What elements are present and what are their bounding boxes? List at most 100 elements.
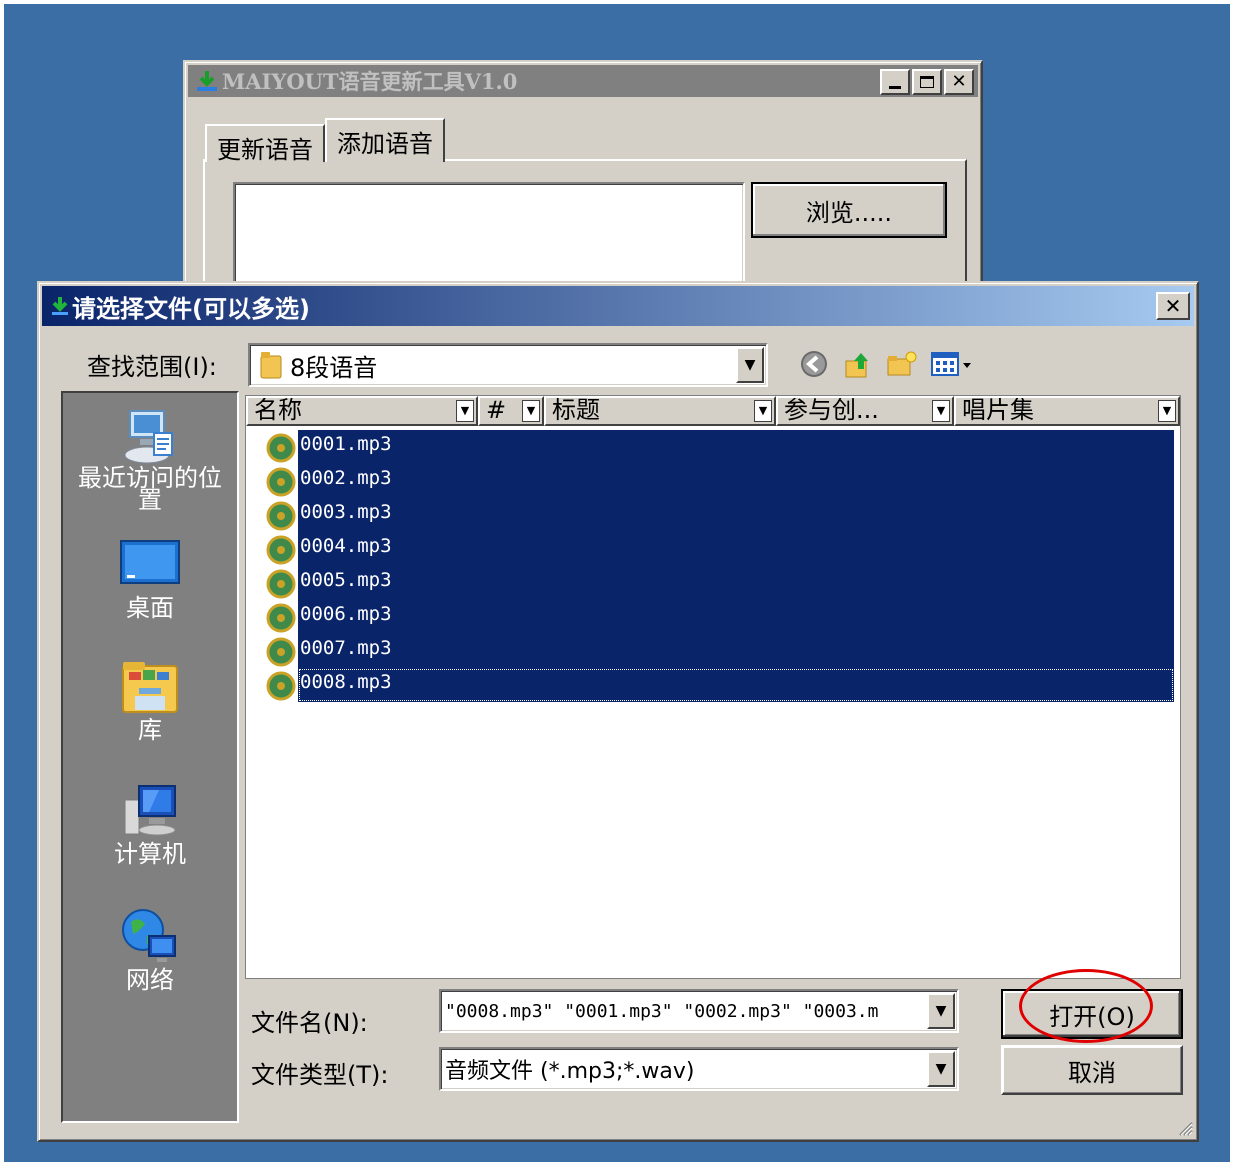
maximize-icon	[920, 76, 934, 88]
computer-icon	[118, 779, 182, 843]
file-list-view[interactable]: 名称 ▼ # ▼ 标题 ▼ 参与创... ▼ 唱片集 ▼ 0001.mp3 0002.mp…	[245, 395, 1181, 979]
recent-places-icon	[118, 403, 182, 467]
tab-update-voice[interactable]: 更新语音	[205, 124, 325, 164]
filetype-select[interactable]: 音频文件 (*.mp3;*.wav) ▼	[439, 1047, 959, 1091]
filename-label: 文件名(N):	[251, 1009, 368, 1037]
updater-title: MAIYOUT语音更新工具V1.0	[222, 69, 518, 94]
audio-file-icon	[266, 637, 296, 667]
column-album-label: 唱片集	[962, 396, 1034, 424]
audio-file-icon	[266, 535, 296, 565]
chevron-down-icon: ▼	[935, 1003, 947, 1019]
file-name: 0006.mp3	[300, 603, 392, 625]
minimize-icon	[889, 85, 901, 89]
dialog-title: 请选择文件(可以多选)	[72, 294, 310, 323]
column-dropdown-icon[interactable]: ▼	[1158, 400, 1176, 422]
column-title-label: 标题	[552, 396, 600, 424]
look-in-dropdown-button[interactable]: ▼	[736, 347, 764, 383]
tab-add-voice[interactable]: 添加语音	[325, 118, 445, 162]
updater-window: MAIYOUT语音更新工具V1.0 ✕ 更新语音 添加语音 浏览.....	[183, 60, 983, 308]
dialog-titlebar[interactable]: 请选择文件(可以多选) ✕	[42, 286, 1194, 326]
row-selection	[298, 430, 1174, 464]
browse-button[interactable]: 浏览.....	[751, 182, 947, 238]
row-selection	[298, 498, 1174, 532]
updater-tabs: 更新语音 添加语音	[205, 118, 445, 164]
row-selection	[298, 600, 1174, 634]
folder-icon	[260, 352, 282, 379]
resize-grip-icon[interactable]	[1175, 1118, 1193, 1136]
row-selection	[298, 532, 1174, 566]
audio-file-icon	[266, 569, 296, 599]
place-network[interactable]: 网络	[63, 905, 237, 992]
file-name: 0004.mp3	[300, 535, 392, 557]
row-selection	[298, 668, 1174, 702]
place-computer-label: 计算机	[114, 840, 186, 868]
audio-file-icon	[266, 603, 296, 633]
filename-dropdown-button[interactable]: ▼	[927, 993, 955, 1029]
column-title[interactable]: 标题 ▼	[544, 396, 776, 426]
open-file-dialog: 请选择文件(可以多选) ✕ 查找范围(I): 8段语音 ▼ 最近访问的位置 桌面…	[37, 281, 1199, 1142]
view-menu-icon	[931, 352, 971, 376]
look-in-combobox[interactable]: 8段语音 ▼	[248, 343, 768, 387]
file-name: 0001.mp3	[300, 433, 392, 455]
up-folder-icon	[845, 353, 868, 378]
place-library-label: 库	[138, 716, 162, 744]
file-name: 0003.mp3	[300, 501, 392, 523]
column-dropdown-icon[interactable]: ▼	[522, 400, 540, 422]
place-desktop[interactable]: 桌面	[63, 533, 237, 622]
column-artists[interactable]: 参与创... ▼	[776, 396, 954, 426]
close-icon: ✕	[1164, 294, 1182, 318]
places-bar: 最近访问的位置 桌面 库 计算机 网络	[61, 391, 239, 1123]
dialog-close-button[interactable]: ✕	[1156, 292, 1190, 320]
window-close-button[interactable]: ✕	[944, 69, 974, 95]
app-download-icon	[194, 68, 220, 94]
updater-titlebar[interactable]: MAIYOUT语音更新工具V1.0 ✕	[188, 65, 978, 97]
new-folder-button[interactable]	[885, 347, 919, 381]
column-dropdown-icon[interactable]: ▼	[932, 400, 950, 422]
close-icon: ✕	[951, 71, 967, 92]
audio-file-icon	[266, 467, 296, 497]
row-selection	[298, 464, 1174, 498]
look-in-value: 8段语音	[290, 353, 378, 382]
column-track[interactable]: # ▼	[478, 396, 544, 426]
column-artists-label: 参与创...	[784, 396, 879, 424]
place-recent[interactable]: 最近访问的位置	[63, 403, 237, 514]
back-arrow-icon	[801, 351, 827, 377]
place-computer[interactable]: 计算机	[63, 779, 237, 868]
column-dropdown-icon[interactable]: ▼	[754, 400, 772, 422]
filetype-value: 音频文件 (*.mp3;*.wav)	[445, 1059, 695, 1084]
column-name[interactable]: 名称 ▼	[246, 396, 478, 426]
app-download-icon	[48, 292, 72, 320]
look-in-label: 查找范围(I):	[87, 353, 217, 381]
minimize-button[interactable]	[880, 69, 910, 95]
open-button[interactable]: 打开(O)	[1001, 989, 1183, 1039]
maximize-button[interactable]	[912, 69, 942, 95]
cancel-button[interactable]: 取消	[1001, 1045, 1183, 1095]
up-folder-button[interactable]	[841, 347, 875, 381]
column-dropdown-icon[interactable]: ▼	[456, 400, 474, 422]
row-selection	[298, 566, 1174, 600]
new-folder-icon	[887, 351, 917, 376]
place-desktop-label: 桌面	[126, 594, 174, 622]
file-name: 0007.mp3	[300, 637, 392, 659]
view-menu-button[interactable]	[929, 347, 975, 381]
column-album[interactable]: 唱片集 ▼	[954, 396, 1180, 426]
filename-value: "0008.mp3" "0001.mp3" "0002.mp3" "0003.m	[445, 1000, 879, 1022]
back-button[interactable]	[797, 347, 831, 381]
audio-file-icon	[266, 501, 296, 531]
audio-file-icon	[266, 433, 296, 463]
chevron-down-icon: ▼	[744, 357, 756, 373]
filetype-dropdown-button[interactable]: ▼	[927, 1051, 955, 1087]
chevron-down-icon: ▼	[935, 1061, 947, 1077]
library-icon	[118, 655, 182, 719]
column-track-label: #	[486, 396, 507, 424]
file-name: 0002.mp3	[300, 467, 392, 489]
network-icon	[118, 905, 182, 969]
file-name: 0005.mp3	[300, 569, 392, 591]
column-header: 名称 ▼ # ▼ 标题 ▼ 参与创... ▼ 唱片集 ▼	[246, 396, 1180, 426]
place-recent-label: 最近访问的位置	[78, 464, 222, 514]
row-selection	[298, 634, 1174, 668]
audio-file-icon	[266, 671, 296, 701]
place-library[interactable]: 库	[63, 655, 237, 744]
filename-input[interactable]: "0008.mp3" "0001.mp3" "0002.mp3" "0003.m…	[439, 989, 959, 1033]
column-name-label: 名称	[254, 396, 302, 424]
